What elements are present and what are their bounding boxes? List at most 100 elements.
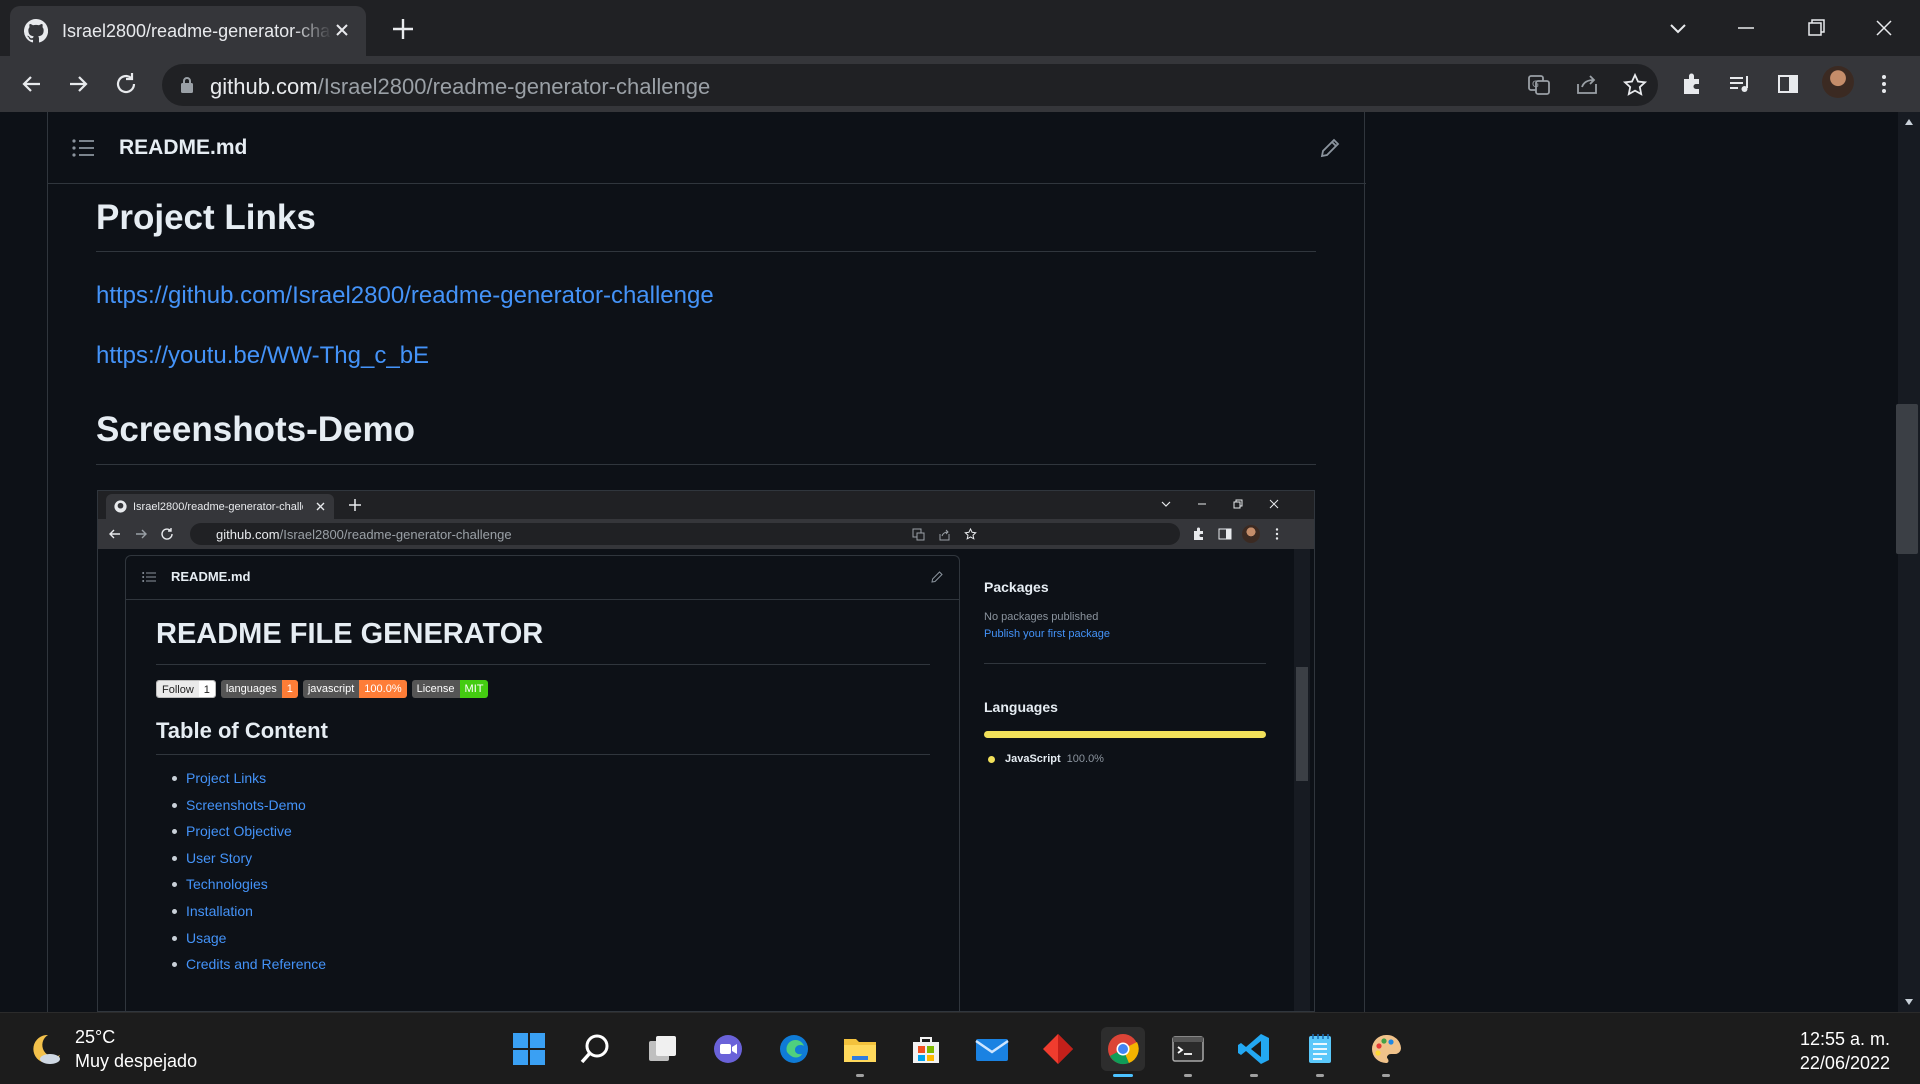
packages-none-text: No packages published xyxy=(984,611,1099,623)
toc-list: Project Links Screenshots-Demo Project O… xyxy=(156,770,326,983)
back-icon xyxy=(109,529,120,539)
windows-logo-icon xyxy=(513,1033,545,1065)
screenshot-toolbar: github.com/Israel2800/readme-generator-c… xyxy=(98,519,1314,549)
toc-item: Project Links xyxy=(156,770,326,797)
badge-license: License MIT xyxy=(411,680,489,698)
screenshot-tab-title: Israel2800/readme-generator-challenge xyxy=(133,500,303,513)
section-divider xyxy=(156,664,930,665)
app-running-indicator xyxy=(1316,1074,1324,1077)
system-clock[interactable]: 12:55 a. m. 22/06/2022 xyxy=(1800,1027,1890,1075)
chevron-down-icon xyxy=(1161,501,1171,507)
file-explorer-button[interactable] xyxy=(838,1027,882,1077)
screenshot-tab: Israel2800/readme-generator-challenge xyxy=(106,494,334,519)
terminal-button[interactable] xyxy=(1166,1027,1210,1077)
extensions-icon[interactable] xyxy=(1678,70,1706,98)
languages-heading: Languages xyxy=(984,699,1058,715)
teams-chat-button[interactable] xyxy=(706,1027,750,1071)
browser-tab[interactable]: Israel2800/readme-generator-challenge xyxy=(10,6,366,56)
app-running-indicator xyxy=(1184,1074,1192,1077)
avatar xyxy=(1242,525,1260,543)
language-bar xyxy=(984,731,1266,738)
edge-icon xyxy=(780,1035,808,1063)
git-app-button[interactable] xyxy=(1036,1027,1080,1071)
toc-item: Project Objective xyxy=(156,823,326,850)
folder-icon xyxy=(844,1039,876,1062)
screenshot-readme-header: README.md xyxy=(126,556,959,600)
page-scrollbar[interactable] xyxy=(1898,112,1920,1012)
screenshot-readme: README.md README FILE GENERATOR Follow 1… xyxy=(125,555,960,1011)
edge-browser-button[interactable] xyxy=(772,1027,816,1071)
reload-icon xyxy=(161,528,173,540)
translate-icon[interactable]: G xyxy=(1526,72,1552,98)
forward-icon[interactable] xyxy=(64,70,92,98)
scroll-down-icon[interactable] xyxy=(1904,998,1914,1006)
video-link[interactable]: https://youtu.be/WW-Thg_c_bE xyxy=(96,342,429,370)
notepad-button[interactable] xyxy=(1298,1027,1342,1077)
browser-tab-bar: Israel2800/readme-generator-challenge xyxy=(0,0,1920,56)
badge-follow: Follow 1 xyxy=(156,680,216,698)
outline-list-icon[interactable] xyxy=(72,138,94,158)
bookmark-star-icon xyxy=(964,528,977,540)
language-bar-javascript xyxy=(984,731,1266,738)
github-icon xyxy=(24,19,48,43)
close-window-icon xyxy=(1269,499,1279,509)
screenshot-page: README.md README FILE GENERATOR Follow 1… xyxy=(98,549,1314,1011)
minimize-icon[interactable] xyxy=(1732,14,1760,42)
close-window-icon[interactable] xyxy=(1870,14,1898,42)
new-tab-icon[interactable] xyxy=(390,16,416,42)
scroll-up-icon[interactable] xyxy=(1904,118,1914,126)
readme-file-title: README.md xyxy=(119,136,248,159)
restore-icon[interactable] xyxy=(1802,14,1830,42)
media-control-icon[interactable] xyxy=(1726,70,1754,98)
mail-button[interactable] xyxy=(970,1027,1014,1071)
vscode-button[interactable] xyxy=(1232,1027,1276,1077)
page-scrollbar-thumb[interactable] xyxy=(1896,404,1918,554)
close-tab-icon xyxy=(316,502,325,511)
section-divider xyxy=(96,464,1316,465)
mail-icon xyxy=(975,1039,1009,1061)
lock-icon[interactable] xyxy=(180,76,194,94)
sidebar-divider xyxy=(984,663,1266,664)
profile-avatar[interactable] xyxy=(1822,66,1854,98)
share-icon xyxy=(939,529,950,541)
task-view-button[interactable] xyxy=(640,1027,684,1071)
side-panel-icon[interactable] xyxy=(1774,70,1802,98)
new-tab-icon xyxy=(349,499,361,511)
moon-weather-icon[interactable] xyxy=(26,1029,66,1069)
notepad-icon xyxy=(1309,1034,1331,1063)
edit-pencil-icon[interactable] xyxy=(1318,136,1342,160)
terminal-icon xyxy=(1172,1036,1204,1062)
browser-toolbar: github.com/Israel2800/readme-generator-c… xyxy=(0,56,1920,112)
back-icon[interactable] xyxy=(18,70,46,98)
bookmark-star-icon[interactable] xyxy=(1622,72,1648,98)
paint-button[interactable] xyxy=(1364,1027,1408,1077)
browser-menu-icon xyxy=(1275,528,1279,540)
repo-link[interactable]: https://github.com/Israel2800/readme-gen… xyxy=(96,282,714,310)
start-button[interactable] xyxy=(507,1027,551,1071)
badges-row: Follow 1 languages 1 javascript 100.0% L… xyxy=(156,680,489,698)
close-tab-icon[interactable] xyxy=(332,20,352,40)
screenshot-sidebar: Packages No packages published Publish y… xyxy=(984,549,1268,1011)
store-icon xyxy=(913,1037,939,1063)
weather-description[interactable]: Muy despejado xyxy=(75,1051,197,1072)
badge-languages: languages 1 xyxy=(220,680,298,698)
toc-item: Usage xyxy=(156,930,326,957)
toc-item: Technologies xyxy=(156,876,326,903)
chrome-button[interactable] xyxy=(1101,1027,1145,1077)
app-running-indicator xyxy=(1382,1074,1390,1077)
microsoft-store-button[interactable] xyxy=(904,1027,948,1071)
page-content: README.md Project Links https://github.c… xyxy=(0,112,1898,1012)
extensions-icon xyxy=(1194,527,1203,540)
weather-temperature[interactable]: 25°C xyxy=(75,1027,115,1048)
badge-javascript: javascript 100.0% xyxy=(302,680,407,698)
screenshot-readme-title: README.md xyxy=(171,569,251,584)
demo-screenshot-image: Israel2800/readme-generator-challenge gi… xyxy=(97,490,1315,1012)
paint-palette-icon xyxy=(1372,1034,1401,1063)
address-bar[interactable]: github.com/Israel2800/readme-generator-c… xyxy=(162,64,1658,106)
section-divider xyxy=(156,754,930,755)
taskbar-search-button[interactable] xyxy=(573,1027,617,1071)
tab-search-icon[interactable] xyxy=(1664,14,1692,42)
share-icon[interactable] xyxy=(1574,72,1600,98)
reload-icon[interactable] xyxy=(112,70,140,98)
browser-menu-icon[interactable] xyxy=(1870,70,1898,98)
